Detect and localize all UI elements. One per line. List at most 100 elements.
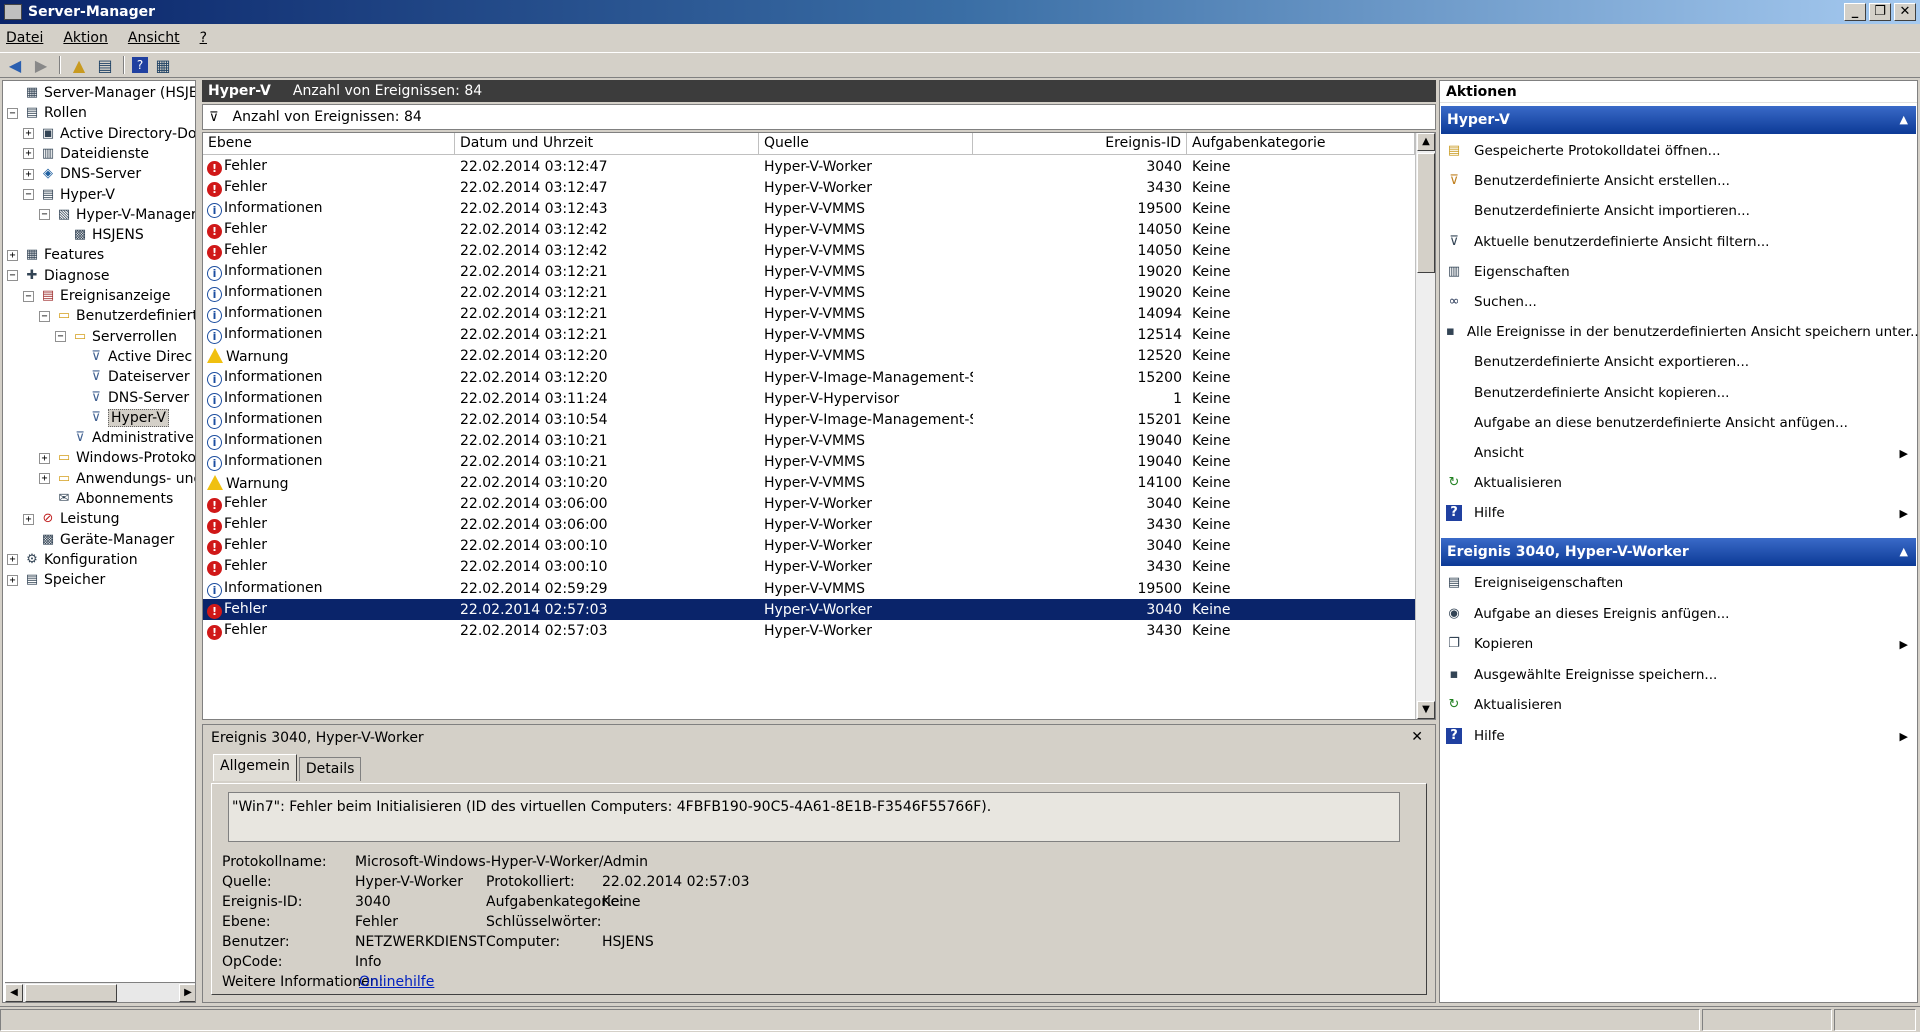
table-row[interactable]: ! Fehler 22.02.2014 03:12:47 Hyper-V-Worker… bbox=[203, 156, 1415, 177]
action-item[interactable]: ❐ Kopieren ▶ bbox=[1446, 631, 1914, 657]
action-item[interactable]: ▪ Alle Ereignisse in der benutzerdefinier… bbox=[1446, 319, 1920, 345]
collapse-icon[interactable]: − bbox=[23, 290, 34, 302]
collapse-icon[interactable]: − bbox=[39, 310, 50, 322]
tree-item[interactable]: − ✚ Diagnose bbox=[7, 266, 109, 286]
expand-icon[interactable]: + bbox=[7, 554, 18, 566]
action-item[interactable]: ? Hilfe ▶ bbox=[1446, 500, 1914, 526]
action-item[interactable]: ↻ Aktualisieren bbox=[1446, 470, 1914, 496]
tree-item[interactable]: + ▥ Dateidienste bbox=[23, 144, 149, 164]
collapse-icon[interactable]: − bbox=[55, 331, 66, 343]
table-row[interactable]: ! Fehler 22.02.2014 03:00:10 Hyper-V-Worker… bbox=[203, 536, 1415, 557]
table-row[interactable]: i Informationen 22.02.2014 03:12:21 Hyper-V… bbox=[203, 262, 1415, 283]
tree-item[interactable]: ⊽ Hyper-V bbox=[71, 408, 169, 428]
tree-item[interactable]: + ◈ DNS-Server bbox=[23, 164, 141, 184]
action-item[interactable]: ◉ Aufgabe an dieses Ereignis anfügen... bbox=[1446, 601, 1914, 627]
table-row[interactable]: ! Fehler 22.02.2014 03:12:42 Hyper-V-VMMS 14… bbox=[203, 219, 1415, 240]
action-item[interactable]: ∞ Suchen... bbox=[1446, 289, 1914, 315]
expand-icon[interactable]: + bbox=[23, 148, 34, 160]
table-row[interactable]: ! Fehler 22.02.2014 03:00:10 Hyper-V-Worker… bbox=[203, 557, 1415, 578]
expand-icon[interactable]: + bbox=[23, 128, 34, 140]
table-row[interactable]: i Informationen 22.02.2014 03:11:24 Hyper-V… bbox=[203, 388, 1415, 409]
menu-datei[interactable]: Datei bbox=[6, 30, 43, 46]
tree-item[interactable]: ▦ Server-Manager (HSJENS) bbox=[7, 83, 195, 103]
table-row[interactable]: i Informationen 22.02.2014 03:10:21 Hyper-V… bbox=[203, 430, 1415, 451]
collapse-section-icon[interactable]: ▲ bbox=[1900, 106, 1908, 134]
collapse-icon[interactable]: − bbox=[7, 270, 18, 282]
tree-item[interactable]: ⊽ Active Direc bbox=[71, 347, 192, 367]
onlinehilfe-link[interactable]: Onlinehilfe bbox=[359, 974, 434, 990]
table-row[interactable]: ! Fehler 22.02.2014 02:57:03 Hyper-V-Worker… bbox=[203, 620, 1415, 641]
tab-allgemein[interactable]: Allgemein bbox=[213, 754, 297, 781]
actions-section-header[interactable]: Hyper-V ▲ bbox=[1441, 106, 1916, 134]
tree-item[interactable]: + ▦ Features bbox=[7, 245, 104, 265]
table-row[interactable]: Warnung 22.02.2014 03:12:20 Hyper-V-VMMS 12… bbox=[203, 346, 1415, 367]
menu-aktion[interactable]: Aktion bbox=[63, 30, 108, 46]
action-item[interactable]: ▤ Ereigniseigenschaften bbox=[1446, 570, 1914, 596]
menu-ansicht[interactable]: Ansicht bbox=[128, 30, 180, 46]
restore-button[interactable]: ❐ bbox=[1869, 3, 1891, 21]
scroll-up-icon[interactable]: ▲ bbox=[1417, 133, 1435, 151]
show-hide-action-pane-icon[interactable]: ▦ bbox=[152, 55, 174, 75]
expand-icon[interactable]: + bbox=[23, 513, 34, 525]
tree-item[interactable]: + ▣ Active Directory-Dom bbox=[23, 124, 195, 144]
column-header-quelle[interactable]: Quelle bbox=[759, 133, 973, 155]
scroll-left-icon[interactable]: ◀ bbox=[5, 984, 23, 1002]
scroll-thumb[interactable] bbox=[25, 984, 117, 1002]
collapse-icon[interactable]: − bbox=[23, 189, 34, 200]
action-item[interactable]: ? Hilfe ▶ bbox=[1446, 723, 1914, 749]
tree-item[interactable]: + ▤ Speicher bbox=[7, 570, 105, 590]
up-folder-icon[interactable]: ▲ bbox=[68, 55, 90, 75]
table-row[interactable]: i Informationen 22.02.2014 03:12:43 Hyper-V… bbox=[203, 198, 1415, 219]
expand-icon[interactable]: + bbox=[7, 249, 18, 261]
table-row[interactable]: Warnung 22.02.2014 03:10:20 Hyper-V-VMMS 14… bbox=[203, 473, 1415, 494]
action-item[interactable]: ⊽ Aktuelle benutzerdefinierte Ansicht fil… bbox=[1446, 229, 1914, 255]
tree-item[interactable]: ⊽ Dateiserver bbox=[71, 367, 189, 387]
tree-item[interactable]: − ▤ Rollen bbox=[7, 103, 87, 123]
action-item[interactable]: Benutzerdefinierte Ansicht kopieren... bbox=[1446, 380, 1914, 406]
collapse-icon[interactable]: − bbox=[39, 209, 50, 221]
scroll-down-icon[interactable]: ▼ bbox=[1417, 701, 1435, 719]
actions-section-header[interactable]: Ereignis 3040, Hyper-V-Worker ▲ bbox=[1441, 538, 1916, 566]
tree-item[interactable]: ▩ HSJENS bbox=[55, 225, 144, 245]
expand-icon[interactable]: + bbox=[39, 452, 50, 464]
action-item[interactable]: ▪ Ausgewählte Ereignisse speichern... bbox=[1446, 662, 1914, 688]
expand-icon[interactable]: + bbox=[23, 168, 34, 180]
event-message[interactable]: "Win7": Fehler beim Initialisieren (ID d… bbox=[228, 792, 1400, 842]
tree-item[interactable]: ✉ Abonnements bbox=[39, 489, 174, 509]
close-detail-icon[interactable]: ✕ bbox=[1411, 729, 1423, 745]
table-row[interactable]: i Informationen 22.02.2014 03:12:21 Hyper-V… bbox=[203, 283, 1415, 304]
collapse-section-icon[interactable]: ▲ bbox=[1900, 538, 1908, 566]
column-header-ereignis-id[interactable]: Ereignis-ID bbox=[973, 133, 1187, 155]
action-item[interactable]: Aufgabe an diese benutzerdefinierte Ansi… bbox=[1446, 410, 1914, 436]
tree-item[interactable]: + ▭ Windows-Protokol bbox=[39, 448, 195, 468]
tree-item[interactable]: − ▭ Benutzerdefinierte bbox=[39, 306, 195, 326]
tab-details[interactable]: Details bbox=[298, 757, 362, 781]
table-row[interactable]: i Informationen 22.02.2014 03:12:21 Hyper-V… bbox=[203, 304, 1415, 325]
tree-item[interactable]: + ▭ Anwendungs- und bbox=[39, 469, 195, 489]
table-row[interactable]: ! Fehler 22.02.2014 03:06:00 Hyper-V-Worker… bbox=[203, 494, 1415, 515]
action-item[interactable]: ⊽ Benutzerdefinierte Ansicht erstellen... bbox=[1446, 168, 1914, 194]
tree-item[interactable]: − ▧ Hyper-V-Manager bbox=[39, 205, 195, 225]
action-item[interactable]: Benutzerdefinierte Ansicht exportieren..… bbox=[1446, 349, 1914, 375]
tree-item[interactable]: ⊽ DNS-Server bbox=[71, 388, 189, 408]
column-header-datum[interactable]: Datum und Uhrzeit bbox=[455, 133, 759, 155]
expand-icon[interactable]: + bbox=[7, 574, 18, 586]
table-row[interactable]: ! Fehler 22.02.2014 03:06:00 Hyper-V-Worker… bbox=[203, 515, 1415, 536]
tree-item[interactable]: − ▤ Ereignisanzeige bbox=[23, 286, 171, 306]
tree-item[interactable]: − ▤ Hyper-V bbox=[23, 185, 115, 205]
action-item[interactable]: ▤ Gespeicherte Protokolldatei öffnen... bbox=[1446, 138, 1914, 164]
scroll-right-icon[interactable]: ▶ bbox=[179, 984, 195, 1002]
action-item[interactable]: Benutzerdefinierte Ansicht importieren..… bbox=[1446, 198, 1914, 224]
expand-icon[interactable]: + bbox=[39, 473, 50, 485]
collapse-icon[interactable]: − bbox=[7, 107, 18, 119]
table-row[interactable]: ! Fehler 22.02.2014 03:12:47 Hyper-V-Worker… bbox=[203, 177, 1415, 198]
tree-item[interactable]: + ⚙ Konfiguration bbox=[7, 550, 138, 570]
minimize-button[interactable]: _ bbox=[1844, 3, 1866, 21]
column-header-aufgabenkategorie[interactable]: Aufgabenkategorie bbox=[1187, 133, 1415, 155]
tree-item[interactable]: − ▭ Serverrollen bbox=[55, 327, 177, 347]
action-item[interactable]: Ansicht ▶ bbox=[1446, 440, 1914, 466]
table-row[interactable]: i Informationen 22.02.2014 02:59:29 Hyper-V… bbox=[203, 578, 1415, 599]
table-row[interactable]: ! Fehler 22.02.2014 03:12:42 Hyper-V-VMMS 14… bbox=[203, 240, 1415, 261]
tree-item[interactable]: + ⊘ Leistung bbox=[23, 509, 119, 529]
column-header-ebene[interactable]: Ebene bbox=[203, 133, 455, 155]
